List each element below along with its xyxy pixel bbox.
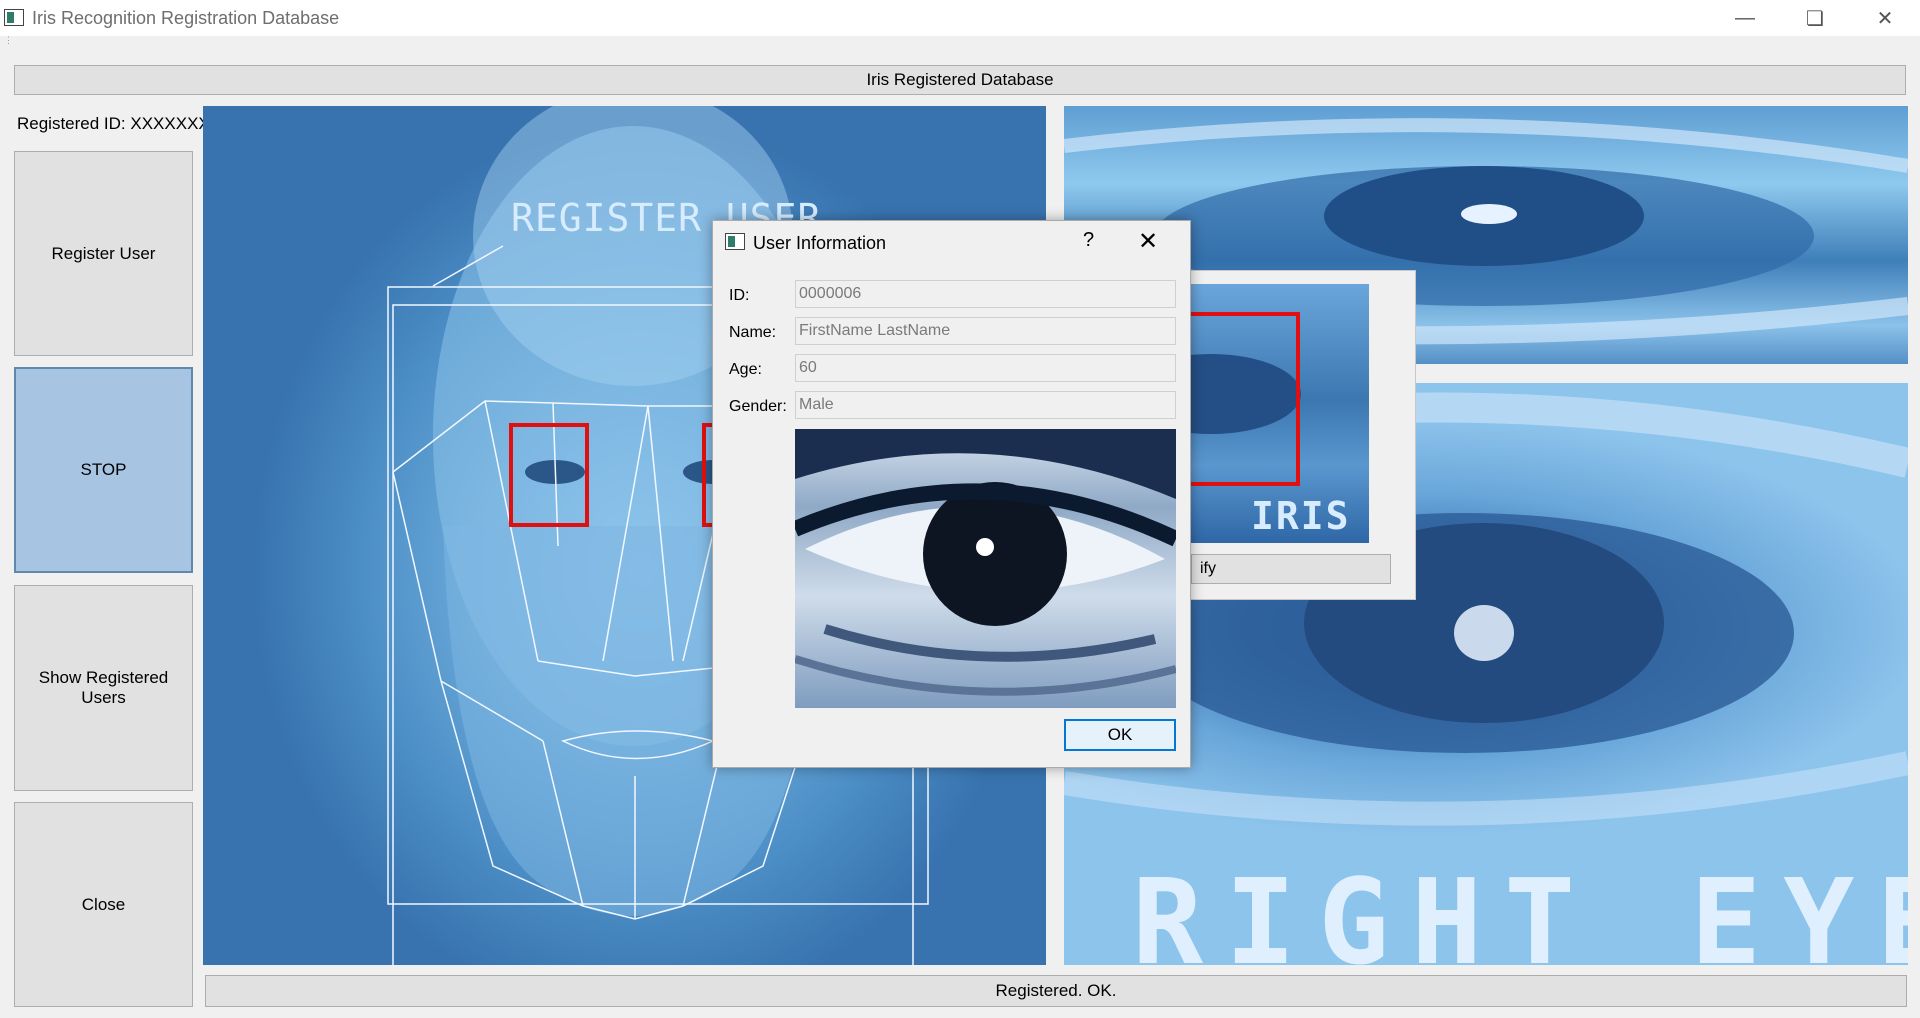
right-eye-overlay: RIGHT EYE bbox=[1132, 853, 1908, 965]
gender-field[interactable]: Male bbox=[795, 391, 1176, 419]
title-bar: Iris Recognition Registration Database —… bbox=[0, 0, 1920, 36]
user-eye-photo bbox=[795, 429, 1176, 708]
window-title: Iris Recognition Registration Database bbox=[32, 8, 340, 28]
window-close-button[interactable]: ✕ bbox=[1850, 0, 1920, 36]
restore-button[interactable]: ❏ bbox=[1780, 0, 1850, 36]
minimize-button[interactable]: — bbox=[1710, 0, 1780, 36]
id-label: ID: bbox=[729, 287, 750, 304]
database-header-button[interactable]: Iris Registered Database bbox=[14, 65, 1906, 95]
name-field[interactable]: FirstName LastName bbox=[795, 317, 1176, 345]
status-bar: Registered. OK. bbox=[205, 975, 1907, 1007]
name-label: Name: bbox=[729, 324, 777, 341]
age-label: Age: bbox=[729, 361, 762, 378]
stop-button[interactable]: STOP bbox=[14, 367, 193, 573]
gender-label: Gender: bbox=[729, 398, 787, 415]
app-icon bbox=[4, 9, 24, 26]
ok-button[interactable]: OK bbox=[1064, 719, 1176, 751]
dialog-title-bar: User Information ? ✕ bbox=[713, 221, 1190, 265]
id-field[interactable]: 0000006 bbox=[795, 280, 1176, 308]
dialog-close-icon[interactable]: ✕ bbox=[1138, 227, 1158, 256]
background-iris-dialog: IRIS ify bbox=[1180, 270, 1416, 600]
dialog-app-icon bbox=[725, 233, 745, 250]
dialog-title: User Information bbox=[753, 233, 887, 253]
user-information-dialog: User Information ? ✕ ID: 0000006 Name: F… bbox=[712, 220, 1191, 768]
toolbar-grip[interactable]: ⋮ bbox=[4, 36, 13, 45]
close-app-button[interactable]: Close bbox=[14, 802, 193, 1007]
show-registered-users-button[interactable]: Show Registered Users bbox=[14, 585, 193, 791]
minimize-icon: — bbox=[1735, 6, 1755, 29]
background-iris-image: IRIS bbox=[1191, 284, 1369, 543]
help-icon[interactable]: ? bbox=[1083, 229, 1094, 252]
register-user-button[interactable]: Register User bbox=[14, 151, 193, 356]
iris-overlay-label: IRIS bbox=[1251, 494, 1351, 538]
age-field[interactable]: 60 bbox=[795, 354, 1176, 382]
user-eye-illustration bbox=[795, 429, 1176, 696]
registered-id-label: Registered ID: XXXXXXX bbox=[17, 114, 210, 133]
verify-button[interactable]: ify bbox=[1191, 554, 1391, 584]
restore-icon: ❏ bbox=[1806, 7, 1824, 30]
close-icon: ✕ bbox=[1876, 7, 1894, 30]
